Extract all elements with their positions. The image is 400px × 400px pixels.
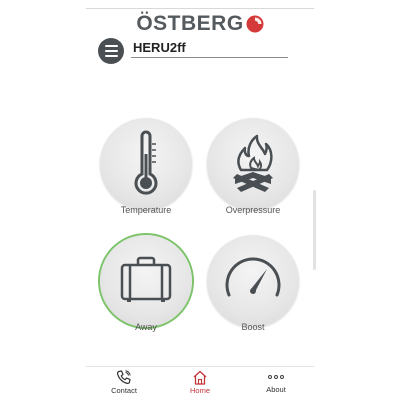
device-name-underline [131, 57, 288, 58]
gauge-icon [225, 257, 281, 297]
boost-label: Boost [241, 322, 265, 332]
scroll-indicator [313, 190, 316, 270]
more-dots-icon [268, 370, 284, 384]
away-button[interactable]: Away [100, 235, 192, 332]
nav-contact-label: Contact [111, 386, 137, 395]
temperature-button[interactable]: Temperature [100, 118, 192, 215]
fire-icon [233, 134, 273, 192]
device-name: HERU2ff [133, 40, 186, 55]
thermometer-icon [134, 130, 158, 195]
nav-contact[interactable]: Contact [86, 367, 162, 400]
hamburger-menu-icon[interactable] [98, 38, 124, 64]
suitcase-icon [120, 256, 172, 302]
nav-about-label: About [266, 385, 286, 394]
home-icon [193, 370, 207, 385]
bottom-nav: Contact Home About [86, 367, 314, 400]
nav-home-label: Home [189, 386, 210, 395]
phone-icon [116, 370, 131, 385]
brand-name: ÖSTBERG [136, 12, 244, 35]
overpressure-label: Overpressure [225, 205, 281, 215]
nav-home[interactable]: Home [162, 367, 238, 400]
boost-button[interactable]: Boost [207, 235, 299, 332]
nav-about[interactable]: About [238, 367, 314, 400]
top-divider [86, 8, 314, 9]
brand-mark-icon [246, 15, 264, 33]
overpressure-button[interactable]: Overpressure [207, 118, 299, 215]
brand-logo: ÖSTBERG [0, 12, 400, 36]
